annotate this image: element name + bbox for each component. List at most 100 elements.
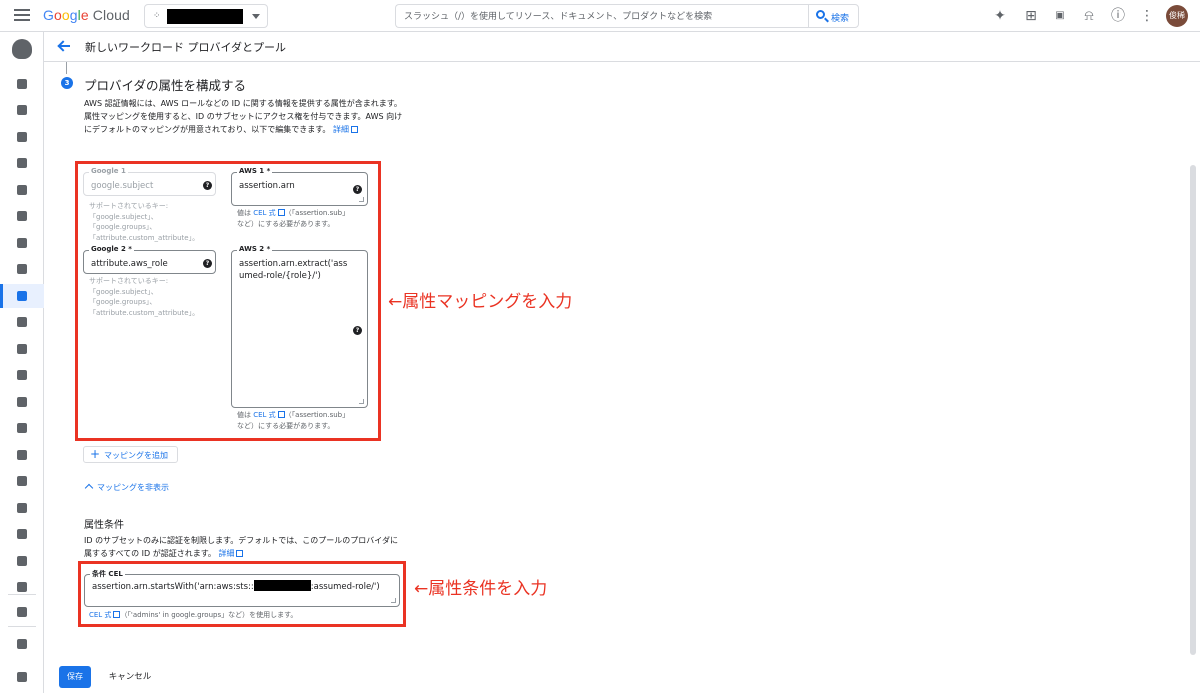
open-in-new-icon bbox=[350, 126, 358, 133]
gear-icon bbox=[17, 397, 27, 407]
sidebar-item-identity[interactable] bbox=[0, 151, 44, 175]
grid-icon bbox=[17, 450, 27, 460]
list-box-icon bbox=[17, 238, 27, 248]
sidebar-expand-button[interactable] bbox=[0, 665, 44, 689]
sidebar-item-iam[interactable] bbox=[0, 72, 44, 96]
sidebar-item-service-accounts[interactable] bbox=[0, 231, 44, 255]
label-icon bbox=[17, 370, 27, 380]
shield-icon bbox=[17, 105, 27, 115]
chevron-down-icon bbox=[252, 14, 260, 19]
sidebar-item-tags[interactable] bbox=[0, 337, 44, 361]
main-content: 3 プロバイダの属性を構成する AWS 認証情報には、AWS ロールなどの ID… bbox=[44, 62, 1184, 693]
hat-icon bbox=[17, 476, 27, 486]
details-link[interactable]: 詳細 bbox=[218, 549, 244, 558]
scrollbar[interactable] bbox=[1190, 165, 1196, 655]
conditions-description: ID のサブセットのみに認証を制限します。デフォルトでは、このプールのプロバイダ… bbox=[84, 534, 404, 560]
details-link-label: 詳細 bbox=[218, 549, 235, 558]
tag-icon bbox=[17, 344, 27, 354]
search-input[interactable] bbox=[404, 9, 799, 24]
notifications-icon[interactable]: ⍾ bbox=[1080, 7, 1098, 25]
hide-mapping-toggle[interactable]: マッピングを非表示 bbox=[84, 482, 169, 493]
sidebar-item-policy[interactable] bbox=[0, 98, 44, 122]
gift-icon[interactable]: ⊞ bbox=[1022, 7, 1040, 25]
sidebar-item-audit-logs[interactable] bbox=[0, 496, 44, 520]
release-notes-icon bbox=[17, 639, 27, 649]
iam-shield-icon bbox=[12, 39, 32, 59]
sidebar-divider bbox=[8, 594, 36, 595]
person-add-icon bbox=[17, 79, 27, 89]
document-icon bbox=[17, 211, 27, 221]
add-mapping-label: マッピングを追加 bbox=[104, 451, 168, 460]
search-box bbox=[395, 4, 808, 28]
sidebar-item-analyzer[interactable] bbox=[0, 125, 44, 149]
gemini-sparkle-icon[interactable]: ✦ bbox=[991, 7, 1009, 25]
left-nav bbox=[0, 32, 44, 693]
more-vert-icon[interactable]: ⋮ bbox=[1138, 7, 1156, 25]
cancel-button[interactable]: キャンセル bbox=[102, 666, 158, 688]
stepper-line bbox=[66, 62, 67, 74]
details-link[interactable]: 詳細 bbox=[333, 125, 358, 134]
folder-icon bbox=[17, 607, 27, 617]
add-mapping-button[interactable]: + マッピングを追加 bbox=[83, 446, 178, 463]
sidebar-item-labels[interactable] bbox=[0, 310, 44, 334]
page-header: 新しいワークロード プロバイダとプール bbox=[44, 32, 1200, 62]
account-icon bbox=[17, 158, 27, 168]
sidebar-item-essential-contacts[interactable] bbox=[0, 522, 44, 546]
inventory-icon bbox=[17, 556, 27, 566]
sidebar-item-manage-resources[interactable] bbox=[0, 600, 44, 624]
sidebar-item-roles[interactable] bbox=[0, 469, 44, 493]
search-icon bbox=[816, 10, 825, 19]
step-title: プロバイダの属性を構成する bbox=[84, 78, 247, 93]
top-bar: Google Cloud ⁘ 検索 ✦ ⊞ ▣ ⍾ ⓘ ⋮ 俊稀 bbox=[0, 0, 1200, 32]
sidebar-item-workload-identity-pools[interactable] bbox=[0, 284, 44, 308]
sidebar-divider bbox=[8, 626, 36, 627]
plus-icon: + bbox=[90, 447, 101, 461]
avatar[interactable]: 俊稀 bbox=[1166, 5, 1188, 27]
sidebar-item-asset-inventory[interactable] bbox=[0, 549, 44, 573]
sidebar-item-settings-group[interactable] bbox=[0, 363, 44, 387]
contacts-icon bbox=[17, 529, 27, 539]
sidebar-item-settings[interactable] bbox=[0, 390, 44, 414]
sidebar-item-quotas[interactable] bbox=[0, 443, 44, 467]
id-card-icon bbox=[17, 291, 27, 301]
redacted-project-name bbox=[167, 9, 243, 24]
project-icon: ⁘ bbox=[153, 11, 161, 21]
sidebar-item-storage[interactable] bbox=[0, 575, 44, 599]
form-footer: 保存 キャンセル bbox=[44, 660, 1184, 693]
logs-icon bbox=[17, 503, 27, 513]
google-cloud-logo[interactable]: Google Cloud bbox=[43, 7, 130, 23]
back-arrow-icon[interactable] bbox=[58, 40, 70, 52]
cloud-shell-icon[interactable]: ▣ bbox=[1051, 7, 1069, 25]
wrench-icon bbox=[17, 185, 27, 195]
condition-annotation: ←属性条件を入力 bbox=[414, 579, 548, 599]
condition-highlight-box bbox=[78, 561, 406, 627]
list-icon bbox=[17, 317, 27, 327]
step-description: AWS 認証情報には、AWS ロールなどの ID に関する情報を提供する属性が含… bbox=[84, 97, 404, 136]
page-title: 新しいワークロード プロバイダとプール bbox=[85, 41, 287, 54]
open-in-new-icon bbox=[236, 550, 244, 557]
logo-cloud-text: Cloud bbox=[92, 7, 130, 23]
hide-mapping-label: マッピングを非表示 bbox=[97, 483, 169, 492]
sidebar-item-release-notes[interactable] bbox=[0, 632, 44, 656]
storage-icon bbox=[17, 582, 27, 592]
chevron-up-icon bbox=[84, 483, 94, 493]
project-selector[interactable]: ⁘ bbox=[144, 4, 268, 28]
help-icon[interactable]: ⓘ bbox=[1109, 7, 1127, 25]
step-number-badge: 3 bbox=[61, 77, 73, 89]
federation-icon bbox=[17, 264, 27, 274]
sidebar-item-workload-federation[interactable] bbox=[0, 257, 44, 281]
save-button[interactable]: 保存 bbox=[59, 666, 91, 688]
details-link-label: 詳細 bbox=[332, 125, 349, 134]
sidebar-item-tools[interactable] bbox=[0, 178, 44, 202]
menu-icon[interactable] bbox=[14, 9, 30, 23]
conditions-title: 属性条件 bbox=[84, 520, 124, 531]
expand-sidebar-icon bbox=[17, 672, 27, 682]
sidebar-item-audit[interactable] bbox=[0, 204, 44, 228]
policy-search-icon bbox=[17, 132, 27, 142]
mapping-annotation: ←属性マッピングを入力 bbox=[388, 292, 573, 312]
mapping-highlight-box bbox=[75, 161, 381, 441]
search-button-label: 検索 bbox=[831, 14, 850, 24]
security-icon bbox=[17, 423, 27, 433]
sidebar-item-privacy[interactable] bbox=[0, 416, 44, 440]
search-button[interactable]: 検索 bbox=[808, 4, 859, 28]
